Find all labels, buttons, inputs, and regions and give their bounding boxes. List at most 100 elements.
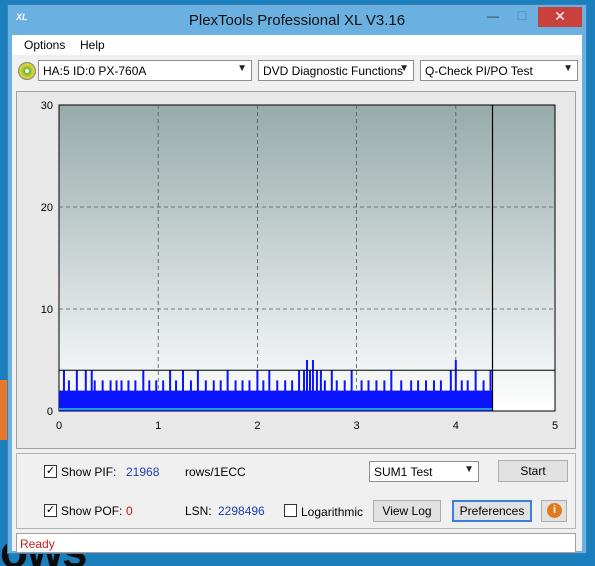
status-bar: Ready bbox=[16, 533, 576, 553]
y-tick-label: 30 bbox=[41, 100, 53, 112]
sum-test-select[interactable]: SUM1 Test ▼ bbox=[369, 461, 479, 482]
menu-bar: Options Help bbox=[12, 35, 582, 55]
pif-bar bbox=[432, 380, 435, 411]
disc-icon bbox=[18, 62, 36, 80]
pi-po-chart: 0 1 2 3 4 5 0 10 20 30 bbox=[17, 92, 575, 448]
x-tick-label: 5 bbox=[552, 420, 558, 432]
check-mark-icon: ✓ bbox=[45, 465, 56, 477]
pif-bar bbox=[120, 380, 123, 411]
chevron-down-icon: ▼ bbox=[399, 63, 409, 74]
info-button[interactable]: i bbox=[541, 500, 567, 522]
check-mark-icon: ✓ bbox=[45, 504, 56, 516]
pif-bar bbox=[375, 380, 378, 411]
pif-bar bbox=[248, 380, 251, 411]
drive-select[interactable]: HA:5 ID:0 PX-760A ▼ bbox=[38, 60, 252, 81]
x-tick-label: 4 bbox=[453, 420, 459, 432]
test-select-value: Q-Check PI/PO Test bbox=[425, 64, 533, 78]
pif-bar bbox=[93, 380, 96, 411]
pif-bar bbox=[196, 370, 199, 411]
pof-value: 0 bbox=[126, 504, 133, 518]
start-button[interactable]: Start bbox=[498, 460, 568, 482]
pif-bar bbox=[308, 370, 311, 411]
logarithmic-checkbox[interactable] bbox=[284, 504, 297, 517]
drive-select-value: HA:5 ID:0 PX-760A bbox=[43, 64, 147, 78]
chevron-down-icon: ▼ bbox=[563, 63, 573, 74]
title-bar[interactable]: XL PlexTools Professional XL V3.16 — ☐ ✕ bbox=[8, 5, 586, 35]
pif-bar bbox=[219, 380, 222, 411]
pif-bar bbox=[234, 380, 237, 411]
client-area: Options Help HA:5 ID:0 PX-760A ▼ DVD Dia… bbox=[12, 35, 582, 553]
pif-bar bbox=[109, 380, 112, 411]
logarithmic-label: Logarithmic bbox=[301, 505, 364, 519]
pif-baseline-area bbox=[59, 390, 493, 411]
pif-bar bbox=[482, 380, 485, 411]
pif-bar bbox=[101, 380, 104, 411]
x-tick-label: 2 bbox=[254, 420, 260, 432]
menu-options[interactable]: Options bbox=[24, 38, 65, 52]
pif-bar bbox=[226, 370, 229, 411]
x-tick-label: 0 bbox=[56, 420, 62, 432]
y-tick-label: 20 bbox=[41, 202, 53, 214]
pif-bar bbox=[383, 380, 386, 411]
pif-bar bbox=[311, 360, 314, 411]
show-pif-label: Show PIF: bbox=[61, 465, 117, 479]
pif-bar bbox=[343, 380, 346, 411]
controls-panel: ✓ Show PIF: 21968 rows/1ECC SUM1 Test ▼ … bbox=[16, 453, 576, 529]
pif-bar bbox=[62, 370, 65, 411]
pif-bar bbox=[315, 370, 318, 411]
pif-bar bbox=[291, 380, 294, 411]
pif-bar bbox=[276, 380, 279, 411]
pif-bar bbox=[367, 380, 370, 411]
pif-bar bbox=[466, 380, 469, 411]
function-select[interactable]: DVD Diagnostic Functions ▼ bbox=[258, 60, 414, 81]
pif-bar bbox=[256, 370, 259, 411]
pif-bar bbox=[425, 380, 428, 411]
pif-bar bbox=[417, 380, 420, 411]
preferences-button[interactable]: Preferences bbox=[452, 500, 532, 522]
pif-bar bbox=[127, 380, 130, 411]
pif-bar bbox=[212, 380, 215, 411]
pif-bar bbox=[169, 370, 172, 411]
lsn-label: LSN: bbox=[185, 504, 212, 518]
pif-bar bbox=[284, 380, 287, 411]
pif-bar bbox=[460, 380, 463, 411]
lsn-value: 2298496 bbox=[218, 504, 265, 518]
y-tick-label: 10 bbox=[41, 304, 53, 316]
pif-bar bbox=[142, 370, 145, 411]
pif-bar bbox=[67, 380, 70, 411]
pif-bar bbox=[330, 370, 333, 411]
show-pif-checkbox[interactable]: ✓ bbox=[44, 465, 57, 478]
chevron-down-icon: ▼ bbox=[237, 63, 247, 74]
rows-label: rows/1ECC bbox=[185, 465, 246, 479]
status-text: Ready bbox=[20, 537, 55, 551]
menu-help[interactable]: Help bbox=[80, 38, 105, 52]
toolbar: HA:5 ID:0 PX-760A ▼ DVD Diagnostic Funct… bbox=[12, 56, 582, 86]
test-select[interactable]: Q-Check PI/PO Test ▼ bbox=[420, 60, 578, 81]
info-icon: i bbox=[547, 503, 562, 518]
pif-bar bbox=[489, 370, 492, 411]
view-log-button[interactable]: View Log bbox=[373, 500, 441, 522]
pif-bar bbox=[204, 380, 207, 411]
sum-test-value: SUM1 Test bbox=[374, 465, 433, 479]
pif-bar bbox=[90, 370, 93, 411]
pif-bar bbox=[268, 370, 271, 411]
pif-bar bbox=[134, 380, 137, 411]
pif-bar bbox=[410, 380, 413, 411]
pif-bar bbox=[262, 380, 265, 411]
pif-bar bbox=[449, 370, 452, 411]
pif-bar bbox=[84, 370, 87, 411]
chart-panel: 0 1 2 3 4 5 0 10 20 30 bbox=[16, 91, 576, 449]
x-tick-label: 3 bbox=[354, 420, 360, 432]
maximize-button[interactable]: ☐ bbox=[508, 7, 536, 27]
x-tick-label: 1 bbox=[155, 420, 161, 432]
pif-bar bbox=[390, 370, 393, 411]
pif-bar bbox=[323, 380, 326, 411]
pif-bar bbox=[155, 380, 158, 411]
pif-bar bbox=[189, 380, 192, 411]
minimize-button[interactable]: — bbox=[478, 7, 508, 27]
show-pof-checkbox[interactable]: ✓ bbox=[44, 504, 57, 517]
pif-bar bbox=[75, 370, 78, 411]
pif-bar bbox=[439, 380, 442, 411]
close-button[interactable]: ✕ bbox=[538, 7, 582, 27]
pif-bar bbox=[319, 370, 322, 411]
